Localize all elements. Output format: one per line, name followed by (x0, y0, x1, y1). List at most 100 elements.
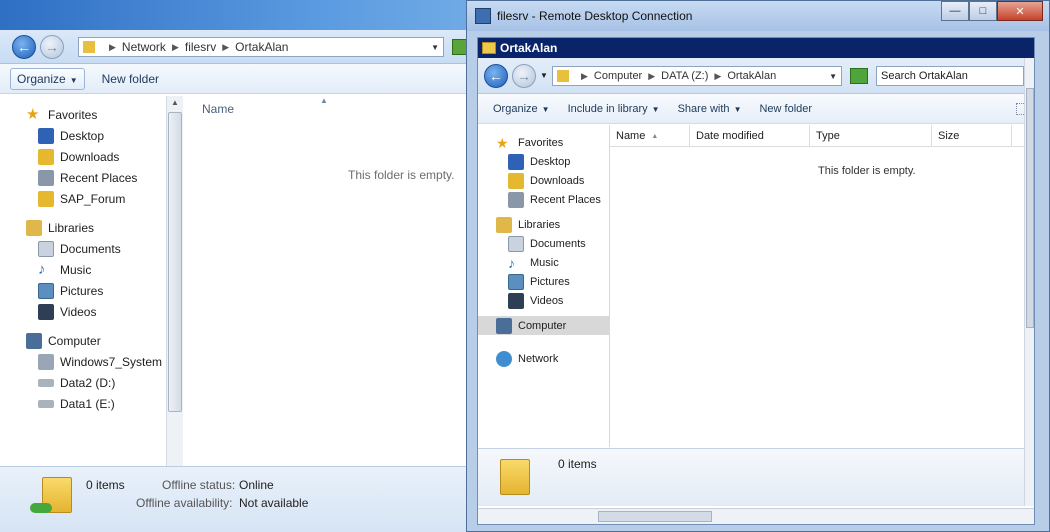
folder-icon (482, 42, 496, 54)
window-title: filesrv - Remote Desktop Connection (497, 9, 693, 23)
nav-favorites[interactable]: ★ Favorites (478, 133, 609, 152)
share-with-button[interactable]: Share with ▼ (671, 99, 749, 119)
breadcrumb-separator-icon: ▶ (222, 41, 230, 52)
sync-status-icon (30, 503, 52, 513)
search-box[interactable]: Search OrtakAlan (876, 66, 1024, 86)
chevron-down-icon: ▼ (733, 104, 742, 114)
column-header-type[interactable]: Type (810, 125, 932, 147)
remote-navigation-pane: ★ Favorites Desktop Downloads Recent Plac… (478, 125, 610, 447)
item-count: 0 items (86, 478, 125, 492)
offline-status-value: Online (239, 478, 274, 492)
maximize-button[interactable]: □ (969, 1, 997, 21)
breadcrumb-data-drive[interactable]: DATA (Z:) (661, 70, 708, 82)
nav-downloads[interactable]: Downloads (10, 146, 180, 167)
remote-address-area: ← → ▼ ▶ Computer ▶ DATA (Z:) ▶ OrtakAlan ▼ … (478, 58, 1034, 94)
nav-documents[interactable]: Documents (10, 238, 180, 259)
nav-computer[interactable]: Computer (10, 330, 180, 351)
nav-downloads[interactable]: Downloads (478, 171, 609, 190)
breadcrumb-separator-icon: ▶ (171, 41, 179, 52)
horizontal-scrollbar[interactable] (478, 508, 1034, 524)
address-box[interactable]: ▶ Network ▶ filesrv ▶ OrtakAlan ▼ (78, 37, 444, 57)
new-folder-button[interactable]: New folder (752, 99, 819, 119)
nav-libraries[interactable]: Libraries (10, 217, 180, 238)
nav-documents[interactable]: Documents (478, 234, 609, 253)
nav-sap-forum[interactable]: SAP_Forum (10, 188, 180, 209)
nav-music[interactable]: ♪ Music (10, 259, 180, 280)
column-header-name[interactable]: Name ▲ (610, 125, 690, 147)
pictures-icon (508, 273, 524, 290)
nav-windows7-system[interactable]: Windows7_System ( (10, 351, 180, 372)
breadcrumb-separator-icon: ▶ (581, 70, 588, 81)
chevron-down-icon: ▼ (541, 104, 550, 114)
refresh-icon[interactable] (850, 68, 868, 84)
vertical-scrollbar[interactable] (1024, 58, 1034, 506)
breadcrumb-computer[interactable]: Computer (594, 70, 642, 82)
nav-scrollbar[interactable]: ▲ ▼ (166, 96, 183, 496)
nav-videos[interactable]: Videos (478, 291, 609, 310)
back-button[interactable]: ← (484, 64, 508, 88)
nav-recent-places[interactable]: Recent Places (478, 190, 609, 209)
nav-desktop[interactable]: Desktop (10, 125, 180, 146)
star-icon: ★ (26, 105, 40, 123)
nav-computer[interactable]: Computer (478, 316, 609, 335)
nav-data1-drive[interactable]: Data1 (E:) (10, 393, 180, 414)
libraries-icon (26, 219, 42, 236)
address-bar-area: ← → ▶ Network ▶ filesrv ▶ OrtakAlan ▼ (0, 30, 472, 64)
nav-pictures[interactable]: Pictures (10, 280, 180, 301)
minimize-button[interactable]: — (941, 1, 969, 21)
breadcrumb-separator-icon: ▶ (648, 70, 656, 81)
organize-button[interactable]: Organize ▼ (486, 99, 557, 119)
network-icon (496, 350, 512, 367)
item-count: 0 items (558, 457, 597, 471)
folder-large-icon (500, 459, 530, 495)
forward-button[interactable]: → (512, 64, 536, 88)
address-dropdown-icon[interactable]: ▼ (829, 72, 837, 81)
music-icon: ♪ (508, 254, 515, 271)
organize-button[interactable]: Organize ▼ (10, 67, 85, 90)
remote-explorer-caption: OrtakAlan (478, 38, 1034, 58)
breadcrumb-filesrv[interactable]: filesrv (185, 40, 216, 54)
new-folder-button[interactable]: New folder (95, 68, 166, 90)
nav-desktop[interactable]: Desktop (478, 152, 609, 171)
nav-recent-places[interactable]: Recent Places (10, 167, 180, 188)
column-header-date-modified[interactable]: Date modified (690, 125, 810, 147)
nav-videos[interactable]: Videos (10, 301, 180, 322)
include-in-library-button[interactable]: Include in library ▼ (561, 99, 667, 119)
drive-icon (38, 399, 54, 408)
recent-places-icon (38, 169, 54, 186)
nav-favorites[interactable]: ★ Favorites (10, 104, 180, 125)
forward-button[interactable]: → (40, 35, 64, 59)
remote-address-box[interactable]: ▶ Computer ▶ DATA (Z:) ▶ OrtakAlan ▼ (552, 66, 842, 86)
libraries-icon (496, 216, 512, 233)
documents-icon (38, 240, 54, 257)
nav-network[interactable]: Network (478, 349, 609, 368)
computer-icon (26, 332, 42, 349)
star-icon: ★ (496, 134, 509, 151)
chevron-down-icon: ▼ (69, 75, 78, 85)
music-icon: ♪ (38, 260, 46, 278)
sort-ascending-icon: ▲ (651, 132, 659, 140)
breadcrumb-ortakalan[interactable]: OrtakAlan (727, 70, 776, 82)
scroll-thumb[interactable] (168, 112, 182, 412)
nav-libraries[interactable]: Libraries (478, 215, 609, 234)
system-drive-icon (38, 353, 54, 370)
breadcrumb-network[interactable]: Network (122, 40, 166, 54)
nav-pictures[interactable]: Pictures (478, 272, 609, 291)
scroll-up-icon[interactable]: ▲ (167, 96, 183, 110)
videos-icon (38, 303, 54, 320)
title-bar[interactable]: filesrv - Remote Desktop Connection — □ … (467, 1, 1049, 31)
scroll-thumb[interactable] (598, 511, 712, 522)
scroll-thumb[interactable] (1026, 88, 1034, 328)
back-button[interactable]: ← (12, 35, 36, 59)
downloads-icon (508, 172, 524, 189)
address-dropdown-icon[interactable]: ▼ (431, 43, 439, 52)
nav-music[interactable]: ♪ Music (478, 253, 609, 272)
empty-folder-message: This folder is empty. (818, 165, 916, 177)
history-dropdown-icon[interactable]: ▼ (540, 71, 548, 80)
explorer-window-local: ← → ▶ Network ▶ filesrv ▶ OrtakAlan ▼ Organ… (0, 30, 472, 532)
column-header-name[interactable]: Name (202, 102, 234, 116)
close-button[interactable]: ✕ (997, 1, 1043, 21)
column-header-size[interactable]: Size (932, 125, 1012, 147)
nav-data2-drive[interactable]: Data2 (D:) (10, 372, 180, 393)
breadcrumb-ortakalan[interactable]: OrtakAlan (235, 40, 288, 54)
